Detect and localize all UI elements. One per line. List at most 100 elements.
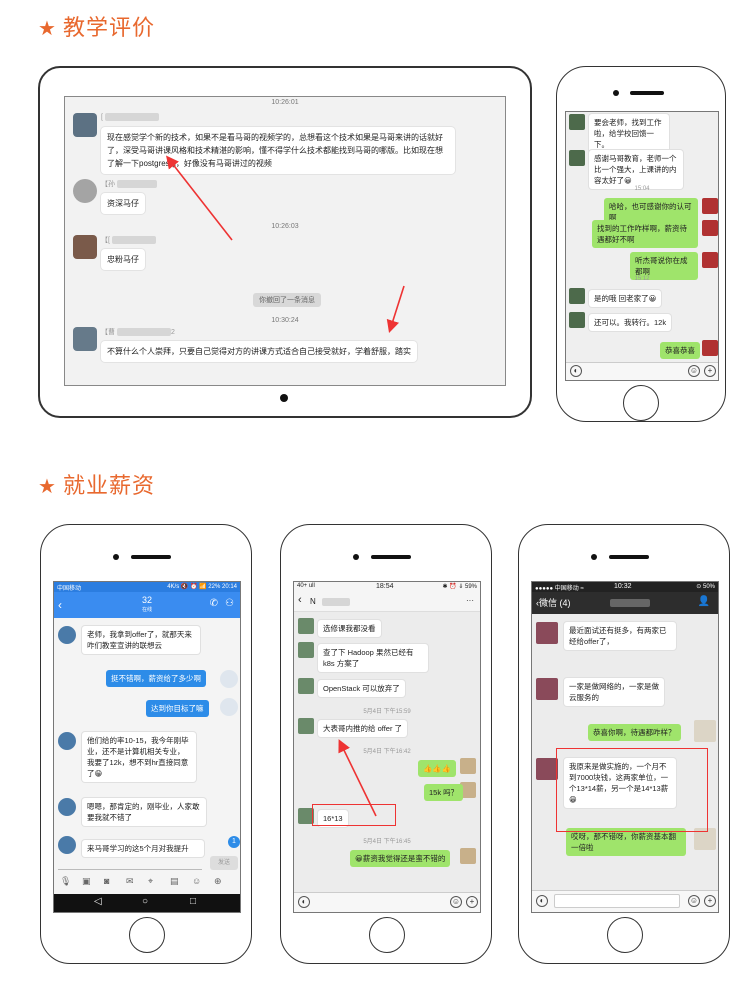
timestamp: 15:12: [634, 276, 650, 282]
avatar: [569, 312, 585, 328]
more-icon[interactable]: ···: [466, 596, 474, 605]
avatar: [58, 836, 76, 854]
phone-icon[interactable]: ✆: [210, 598, 218, 609]
emoji-icon[interactable]: ☺: [192, 876, 201, 886]
chat-bubble: 他们给的率10-15，我今年刚毕业，还不是计算机相关专业，我要了12k，想不到h…: [82, 732, 196, 782]
chat-input-bar[interactable]: ◐ ☺ +: [294, 892, 480, 912]
add-icon[interactable]: ⊕: [214, 876, 222, 887]
avatar: [73, 113, 97, 137]
message-input[interactable]: [58, 858, 202, 870]
chat-bubble: 嗯嗯，那肯定的，刚毕业，人家敢要我就不错了: [82, 798, 206, 826]
timestamp: 5月4日 下午16:45: [363, 839, 411, 845]
blurred-name: [322, 598, 350, 606]
image-icon[interactable]: ▣: [82, 876, 91, 887]
avatar: [220, 670, 238, 688]
timestamp: 5月4日 下午15:59: [363, 709, 411, 715]
phone-device: 要会老师，找到工作啦，给学校回馈一下。 感谢马哥教育，老师一个比一个强大，上课讲…: [556, 66, 726, 422]
avatar: [73, 179, 97, 203]
chat-input-bar[interactable]: ◐ ☺ +: [566, 362, 718, 380]
blurred-name: [104, 113, 159, 121]
chat-bubble: 挺不错啊，薪资给了多少啊: [106, 670, 206, 687]
nav-home-icon[interactable]: ○: [142, 896, 148, 907]
back-label: 微信 (4): [539, 598, 571, 608]
status-time: 18:54: [376, 583, 394, 590]
chat-bubble: 15k 吗？: [424, 784, 464, 801]
sender-name: 【孙: [101, 179, 157, 189]
chat-bubble: 查了下 Hadoop 果然已经有 k8s 方案了: [318, 644, 428, 672]
sender-name-text: [: [101, 113, 103, 121]
add-icon[interactable]: +: [704, 895, 716, 907]
back-button[interactable]: ‹微信 (4): [536, 596, 571, 609]
avatar: [536, 622, 558, 644]
chat-header: ‹ 32 在线 ✆ ⚇: [54, 592, 240, 618]
chat-bubble: 达到你目标了嘛: [146, 700, 209, 717]
avatar: [460, 758, 476, 774]
profile-icon[interactable]: ⚇: [225, 598, 234, 609]
chat-input-bar[interactable]: ◐ ☺ +: [532, 890, 718, 912]
redpacket-icon[interactable]: ✉: [126, 876, 134, 887]
chat-bubble: OpenStack 可以放弃了: [318, 680, 405, 697]
avatar: [702, 252, 718, 268]
voice-icon[interactable]: ◐: [536, 895, 548, 907]
home-button[interactable]: [369, 917, 405, 953]
nav-recent-icon[interactable]: □: [190, 896, 196, 907]
send-button[interactable]: 发送: [210, 856, 238, 870]
add-icon[interactable]: +: [704, 365, 716, 377]
avatar: [73, 327, 97, 351]
emoji-icon[interactable]: ☺: [450, 896, 462, 908]
gif-icon[interactable]: ▤: [170, 876, 179, 887]
sender-name-suffix: 2: [170, 329, 175, 336]
home-button[interactable]: [623, 385, 659, 421]
camera: [113, 554, 119, 560]
chat-bubble: 忠粉马仔: [101, 249, 145, 270]
sender-name-text: 【[: [101, 237, 110, 244]
avatar: [298, 642, 314, 658]
status-left: 40+ ull: [297, 583, 315, 589]
sender-name: 【曹 2: [101, 327, 175, 337]
home-button[interactable]: [607, 917, 643, 953]
camera-icon[interactable]: ◙: [104, 876, 109, 886]
avatar: [58, 732, 76, 750]
heading-text: 教学评价: [62, 15, 155, 40]
message-input[interactable]: [554, 894, 680, 908]
phone-device: ●●●●● 中国移动 ≈10:32 ⊙ 50% ‹微信 (4) 👤 最近面试还有挺…: [518, 524, 730, 964]
chat-bubble: 找到的工作咋样啊，薪资待遇都好不啊: [592, 220, 698, 248]
status-bar: 中国移动 4K/s 🔇 ⏰ 📶 22% 20:14: [54, 582, 240, 592]
voice-icon[interactable]: ◐: [570, 365, 582, 377]
add-icon[interactable]: +: [466, 896, 478, 908]
back-icon[interactable]: ‹: [298, 594, 302, 606]
mic-icon[interactable]: 🎙: [60, 876, 71, 887]
avatar: [460, 848, 476, 864]
emoji-icon[interactable]: ☺: [688, 895, 700, 907]
section-heading-salary: ★ 就业薪资: [38, 468, 155, 500]
speaker: [609, 555, 649, 559]
status-right: ⊙ 50%: [696, 584, 715, 590]
nav-back-icon[interactable]: ◁: [94, 896, 102, 907]
android-navbar: ◁ ○ □: [54, 894, 240, 912]
avatar: [298, 678, 314, 694]
tablet-screen: 10:26:01 [ 现在感觉学个新的技术，如果不是看马哥的视频学的，总想看这个…: [64, 96, 506, 386]
chat-bubble: 恭喜你啊，待遇都咋样？: [588, 724, 681, 741]
chat-bubble: 要会老师，找到工作啦，给学校回馈一下。: [589, 114, 669, 153]
avatar: [298, 618, 314, 634]
avatar: [298, 718, 314, 734]
location-icon[interactable]: ⌖: [148, 876, 153, 887]
blurred-name: [111, 236, 156, 245]
avatar: [220, 698, 238, 716]
chat-bubble: 感谢马哥教育，老师一个比一个强大，上课讲的内容太好了😀: [589, 150, 683, 189]
emoji-icon[interactable]: ☺: [688, 365, 700, 377]
timestamp: 15:04: [634, 186, 650, 192]
home-button-icon[interactable]: [280, 394, 288, 402]
timestamp: 5月4日 下午16:42: [363, 749, 411, 755]
phone-device: 40+ ull 18:54 ✱ ⏰ ⇓ 59% ‹ N ··· 选修课我都没看 查了…: [280, 524, 492, 964]
sender-name-text: 【曹: [101, 329, 115, 336]
voice-icon[interactable]: ◐: [298, 896, 310, 908]
profile-icon[interactable]: 👤: [698, 596, 710, 607]
chat-bubble: 大表哥内推的给 offer 了: [318, 720, 408, 737]
home-button[interactable]: [129, 917, 165, 953]
speaker: [131, 555, 171, 559]
phone-screen: 中国移动 4K/s 🔇 ⏰ 📶 22% 20:14 ‹ 32 在线 ✆ ⚇ 老师，…: [53, 581, 241, 913]
status-right: 4K/s 🔇 ⏰ 📶 22% 20:14: [167, 584, 237, 590]
camera: [613, 90, 619, 96]
highlight-box: [556, 748, 708, 832]
